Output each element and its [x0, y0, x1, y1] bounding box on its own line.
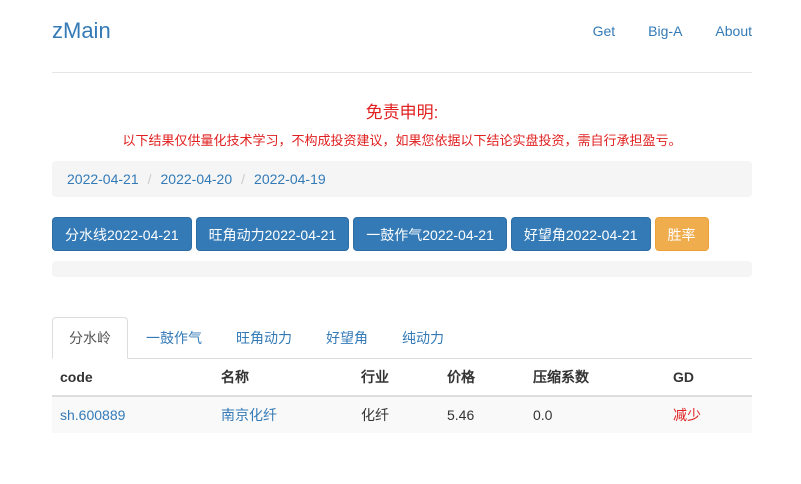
col-gd: GD	[665, 359, 752, 397]
haowangjiao-button[interactable]: 好望角2022-04-21	[510, 217, 651, 251]
header: zMain Get Big-A About	[52, 0, 752, 73]
fenshuixian-button[interactable]: 分水线2022-04-21	[52, 217, 192, 251]
cell-gd: 减少	[665, 396, 752, 433]
cell-name: 南京化纤	[213, 396, 353, 433]
stock-code-link[interactable]: sh.600889	[60, 407, 125, 423]
disclaimer-text: 以下结果仅供量化技术学习，不构成投资建议，如果您依据以下结论实盘投资，需自行承担…	[122, 133, 682, 148]
top-nav: Get Big-A About	[593, 23, 752, 39]
nav-about[interactable]: About	[715, 23, 752, 39]
disclaimer: 免责申明: 以下结果仅供量化技术学习，不构成投资建议，如果您依据以下结论实盘投资…	[52, 102, 752, 150]
table-row: sh.600889 南京化纤 化纤 5.46 0.0 减少	[52, 396, 752, 433]
yiguzuoqi-button[interactable]: 一鼓作气2022-04-21	[353, 217, 507, 251]
results-table: code 名称 行业 价格 压缩系数 GD sh.600889 南京化纤 化纤 …	[52, 359, 752, 433]
breadcrumb-date-3[interactable]: 2022-04-19	[254, 171, 326, 187]
wangjiao-button[interactable]: 旺角动力2022-04-21	[195, 217, 350, 251]
nav-get[interactable]: Get	[593, 23, 616, 39]
strategy-tabs: 分水岭 一鼓作气 旺角动力 好望角 纯动力	[52, 317, 752, 359]
breadcrumb-date-1[interactable]: 2022-04-21	[67, 171, 139, 187]
col-price: 价格	[439, 359, 525, 397]
breadcrumb-separator: /	[241, 171, 246, 187]
strategy-buttons: 分水线2022-04-21 旺角动力2022-04-21 一鼓作气2022-04…	[52, 217, 752, 251]
col-industry: 行业	[353, 359, 439, 397]
breadcrumb-date-2[interactable]: 2022-04-20	[161, 171, 233, 187]
empty-well	[52, 261, 752, 277]
nav-big-a[interactable]: Big-A	[648, 23, 682, 39]
tab-haowangjiao[interactable]: 好望角	[310, 318, 384, 358]
tab-yiguzuoqi[interactable]: 一鼓作气	[130, 318, 218, 358]
breadcrumb-separator: /	[147, 171, 152, 187]
table-header-row: code 名称 行业 价格 压缩系数 GD	[52, 359, 752, 397]
cell-compression: 0.0	[525, 396, 665, 433]
brand-link[interactable]: zMain	[52, 18, 111, 44]
page-container: zMain Get Big-A About 免责申明: 以下结果仅供量化技术学习…	[52, 0, 752, 433]
cell-industry: 化纤	[353, 396, 439, 433]
tab-wangjiao[interactable]: 旺角动力	[220, 318, 308, 358]
cell-code: sh.600889	[52, 396, 213, 433]
breadcrumb: 2022-04-21 / 2022-04-20 / 2022-04-19	[52, 161, 752, 197]
stock-name-link[interactable]: 南京化纤	[221, 407, 277, 423]
win-rate-button[interactable]: 胜率	[654, 217, 709, 251]
disclaimer-title: 免责申明:	[365, 103, 439, 122]
col-compression: 压缩系数	[525, 359, 665, 397]
col-name: 名称	[213, 359, 353, 397]
cell-price: 5.46	[439, 396, 525, 433]
col-code: code	[52, 359, 213, 397]
tab-fenshuiling[interactable]: 分水岭	[52, 317, 128, 359]
tab-chundongli[interactable]: 纯动力	[386, 318, 460, 358]
